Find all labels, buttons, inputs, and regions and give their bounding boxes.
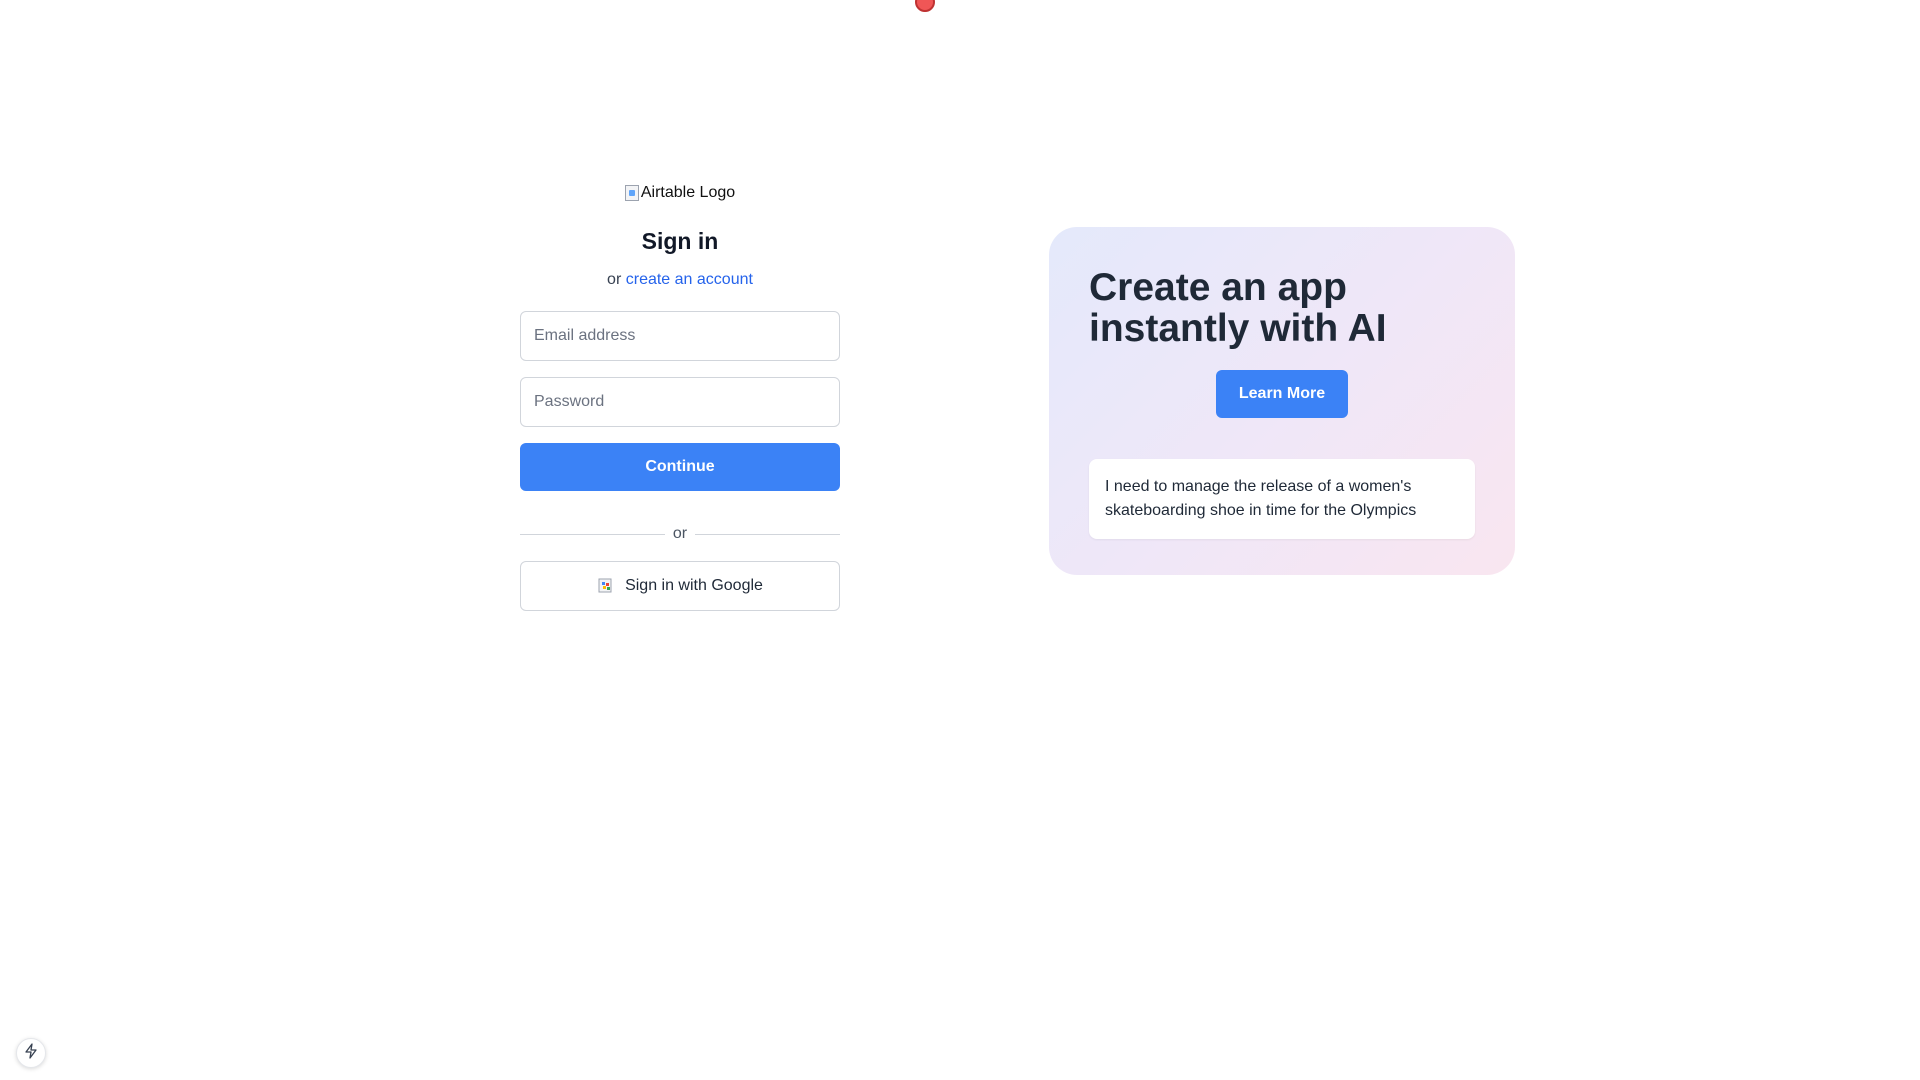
cursor-marker [915, 0, 935, 12]
email-field[interactable] [520, 311, 840, 361]
signin-form: Airtable Logo Sign in or create an accou… [520, 182, 841, 611]
promo-title-line2: instantly with AI [1089, 307, 1387, 350]
google-icon [597, 576, 617, 596]
subtitle-prefix: or [607, 271, 622, 288]
broken-image-icon [624, 185, 639, 201]
divider-line-left [520, 533, 665, 535]
continue-button[interactable]: Continue [520, 443, 840, 491]
example-prompt: I need to manage the release of a women'… [1089, 459, 1475, 539]
learn-more-button[interactable]: Learn More [1216, 370, 1348, 418]
google-signin-label: Sign in with Google [625, 577, 763, 594]
promo-title: Create an app instantly with AI [1089, 267, 1475, 349]
promo-title-line1: Create an app [1089, 266, 1347, 309]
or-divider: or [520, 525, 841, 543]
subtitle: or create an account [607, 271, 753, 289]
divider-text: or [672, 525, 688, 542]
page: Airtable Logo Sign in or create an accou… [0, 0, 1920, 1080]
create-account-link[interactable]: create an account [626, 271, 753, 288]
bolt-button[interactable] [16, 1038, 46, 1068]
bolt-icon [24, 1042, 38, 1064]
divider-line-right [695, 533, 841, 535]
password-field[interactable] [520, 377, 840, 427]
page-title: Sign in [641, 228, 719, 254]
airtable-logo: Airtable Logo [624, 182, 736, 204]
promo-card: Create an app instantly with AI Learn Mo… [1049, 227, 1515, 575]
google-signin-button[interactable]: Sign in with Google [520, 561, 840, 611]
logo-alt-text: Airtable Logo [640, 184, 736, 201]
